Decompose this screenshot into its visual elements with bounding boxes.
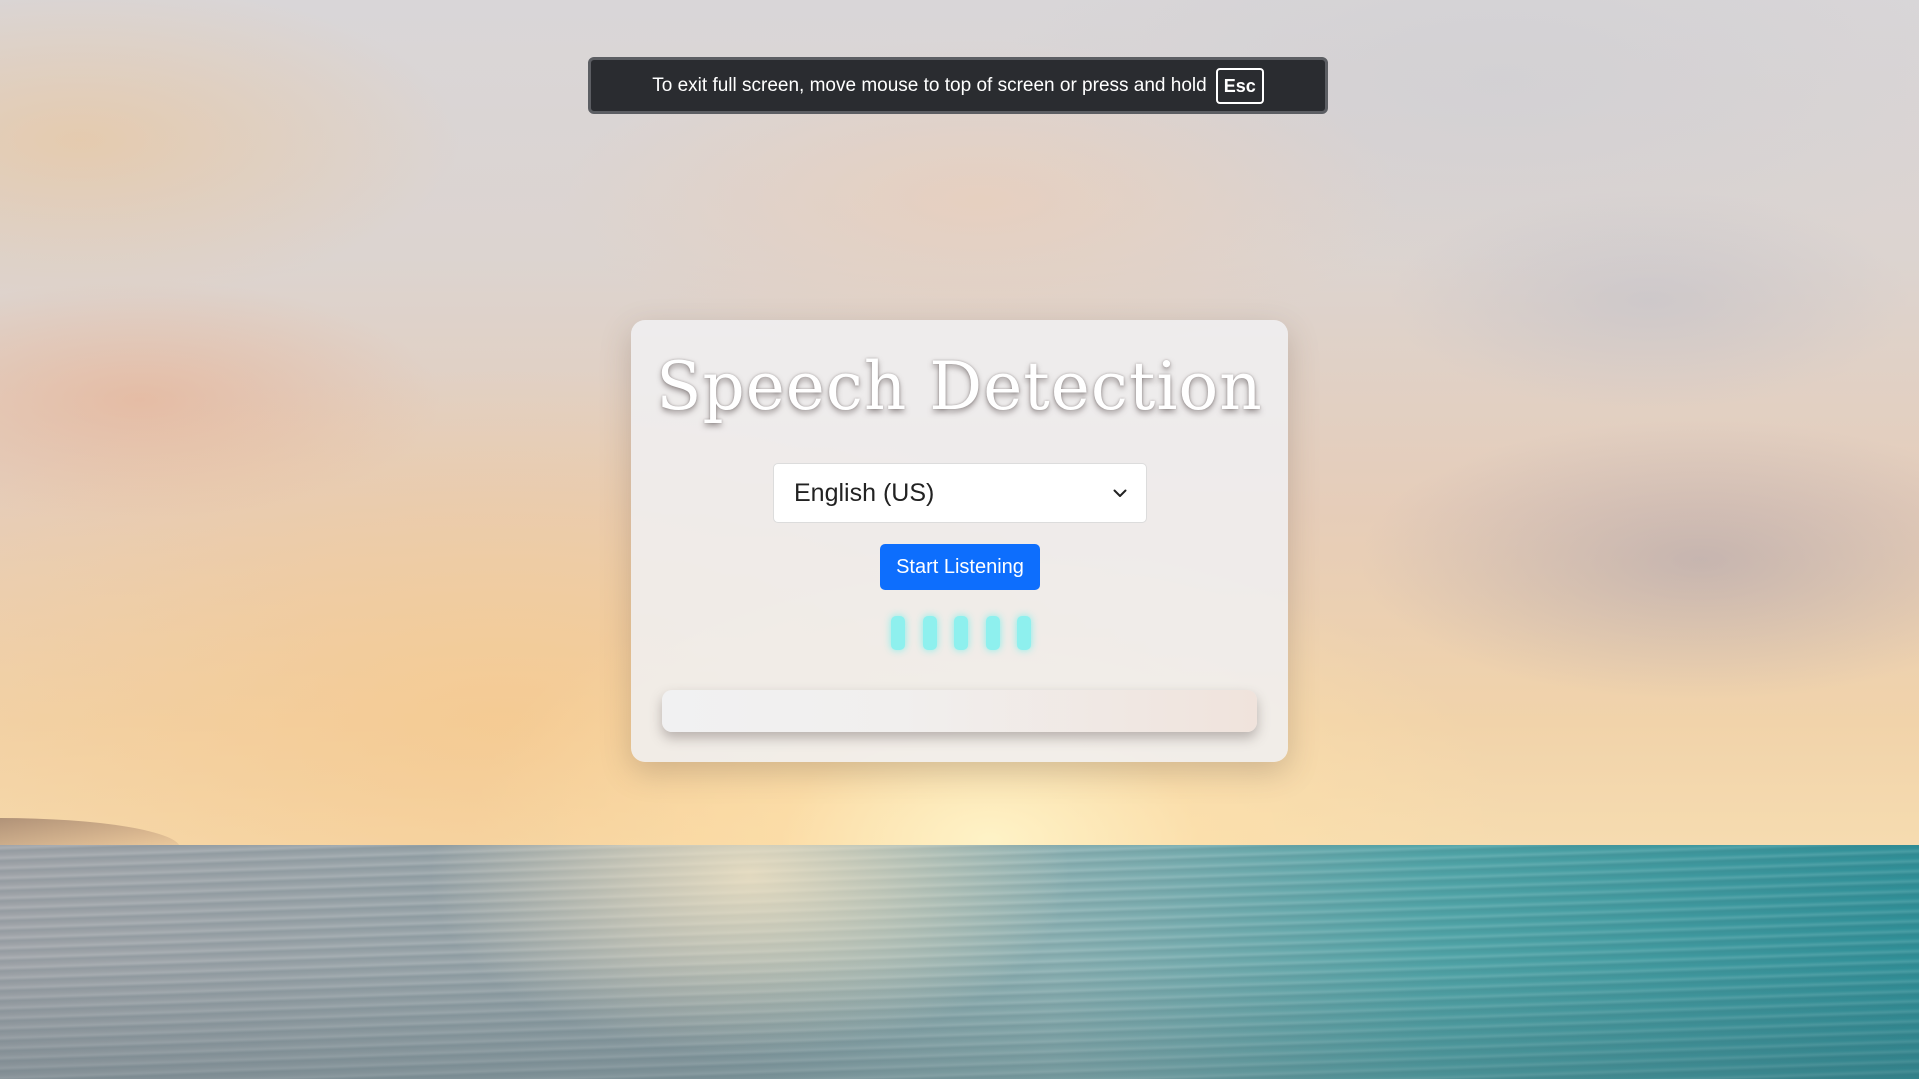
chevron-down-icon [1112,485,1128,501]
visualizer-bar [922,616,937,650]
fullscreen-notice: To exit full screen, move mouse to top o… [588,57,1328,114]
esc-key-badge: Esc [1215,67,1264,104]
fullscreen-notice-text: To exit full screen, move mouse to top o… [652,74,1207,96]
language-select[interactable]: English (US) [773,463,1147,523]
language-select-value: English (US) [794,478,935,507]
visualizer-bar [985,616,1000,650]
visualizer-bar [1017,616,1031,650]
page-title: Speech Detection [656,348,1263,425]
start-listening-button[interactable]: Start Listening [880,544,1040,590]
ocean-shade [0,960,1919,1079]
transcript-output [662,690,1257,732]
visualizer-bar [954,616,968,650]
speech-detection-card: Speech Detection English (US) Start List… [631,320,1288,762]
visualizer-bar [891,616,905,650]
audio-visualizer [891,616,1031,650]
